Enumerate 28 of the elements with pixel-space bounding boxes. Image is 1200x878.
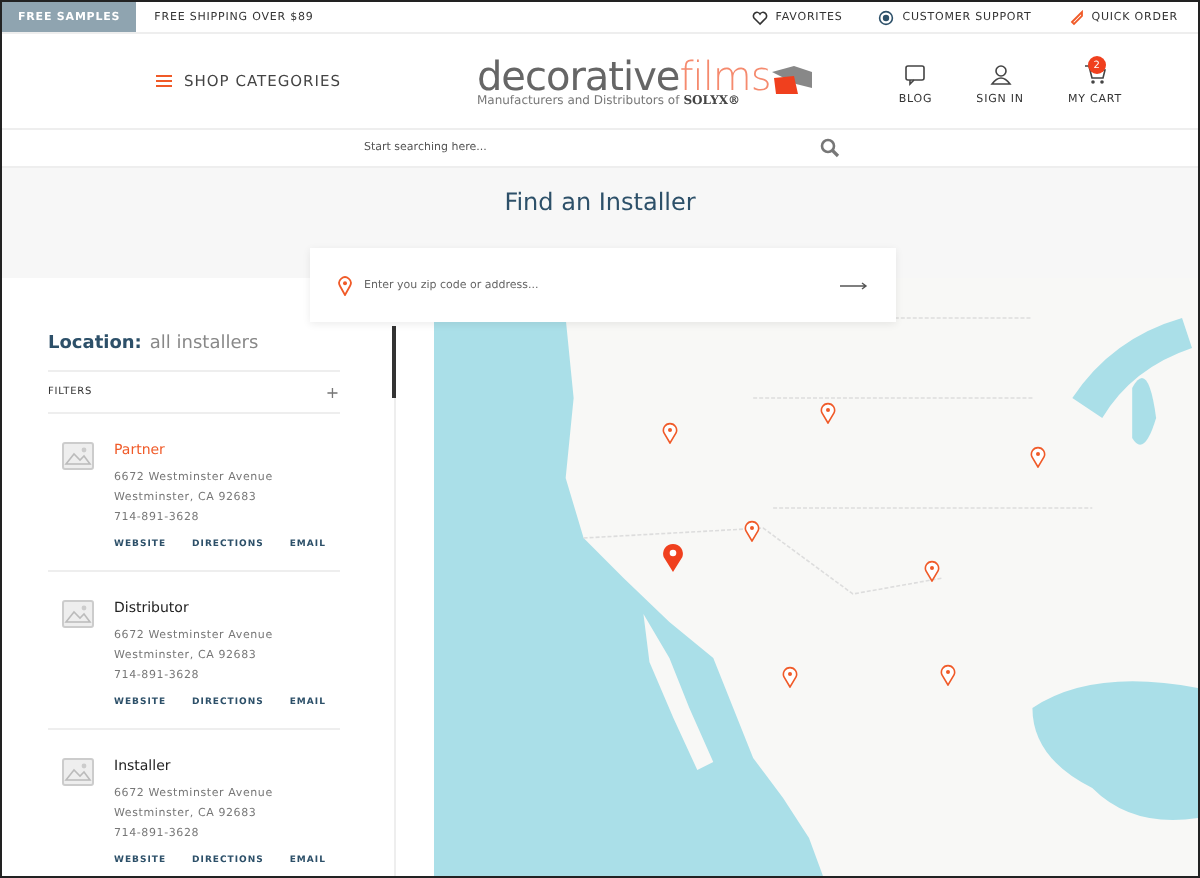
cart-icon xyxy=(1083,64,1106,86)
search-icon[interactable] xyxy=(820,138,840,158)
heart-icon xyxy=(751,9,768,25)
logo-text: films xyxy=(679,55,771,95)
map-pin-icon[interactable] xyxy=(744,520,760,542)
map-pin-icon[interactable] xyxy=(940,664,956,686)
map-pin-icon[interactable] xyxy=(662,542,684,572)
user-icon xyxy=(989,64,1012,86)
image-placeholder-icon xyxy=(62,758,94,786)
map-pin-icon[interactable] xyxy=(924,560,940,582)
logo-film-icon xyxy=(770,61,815,95)
location-label: Location: xyxy=(48,334,142,354)
location-pin-icon xyxy=(338,275,352,295)
map-pin-icon[interactable] xyxy=(820,402,836,424)
chat-icon xyxy=(904,64,927,86)
page-title: Find an Installer xyxy=(504,188,696,218)
map-pin-icon[interactable] xyxy=(1030,446,1046,468)
map-pin-icon[interactable] xyxy=(782,666,798,688)
scrollbar-thumb[interactable] xyxy=(392,326,396,398)
lakes-shape xyxy=(1072,318,1192,445)
logo-text: decorative xyxy=(476,55,680,95)
image-placeholder-icon xyxy=(62,600,94,628)
plus-icon: + xyxy=(325,383,340,401)
location-value: all installers xyxy=(149,334,259,354)
menu-icon xyxy=(156,74,172,88)
image-placeholder-icon xyxy=(62,442,94,470)
arrow-right-icon[interactable] xyxy=(840,281,868,289)
map-pin-icon[interactable] xyxy=(662,422,678,444)
